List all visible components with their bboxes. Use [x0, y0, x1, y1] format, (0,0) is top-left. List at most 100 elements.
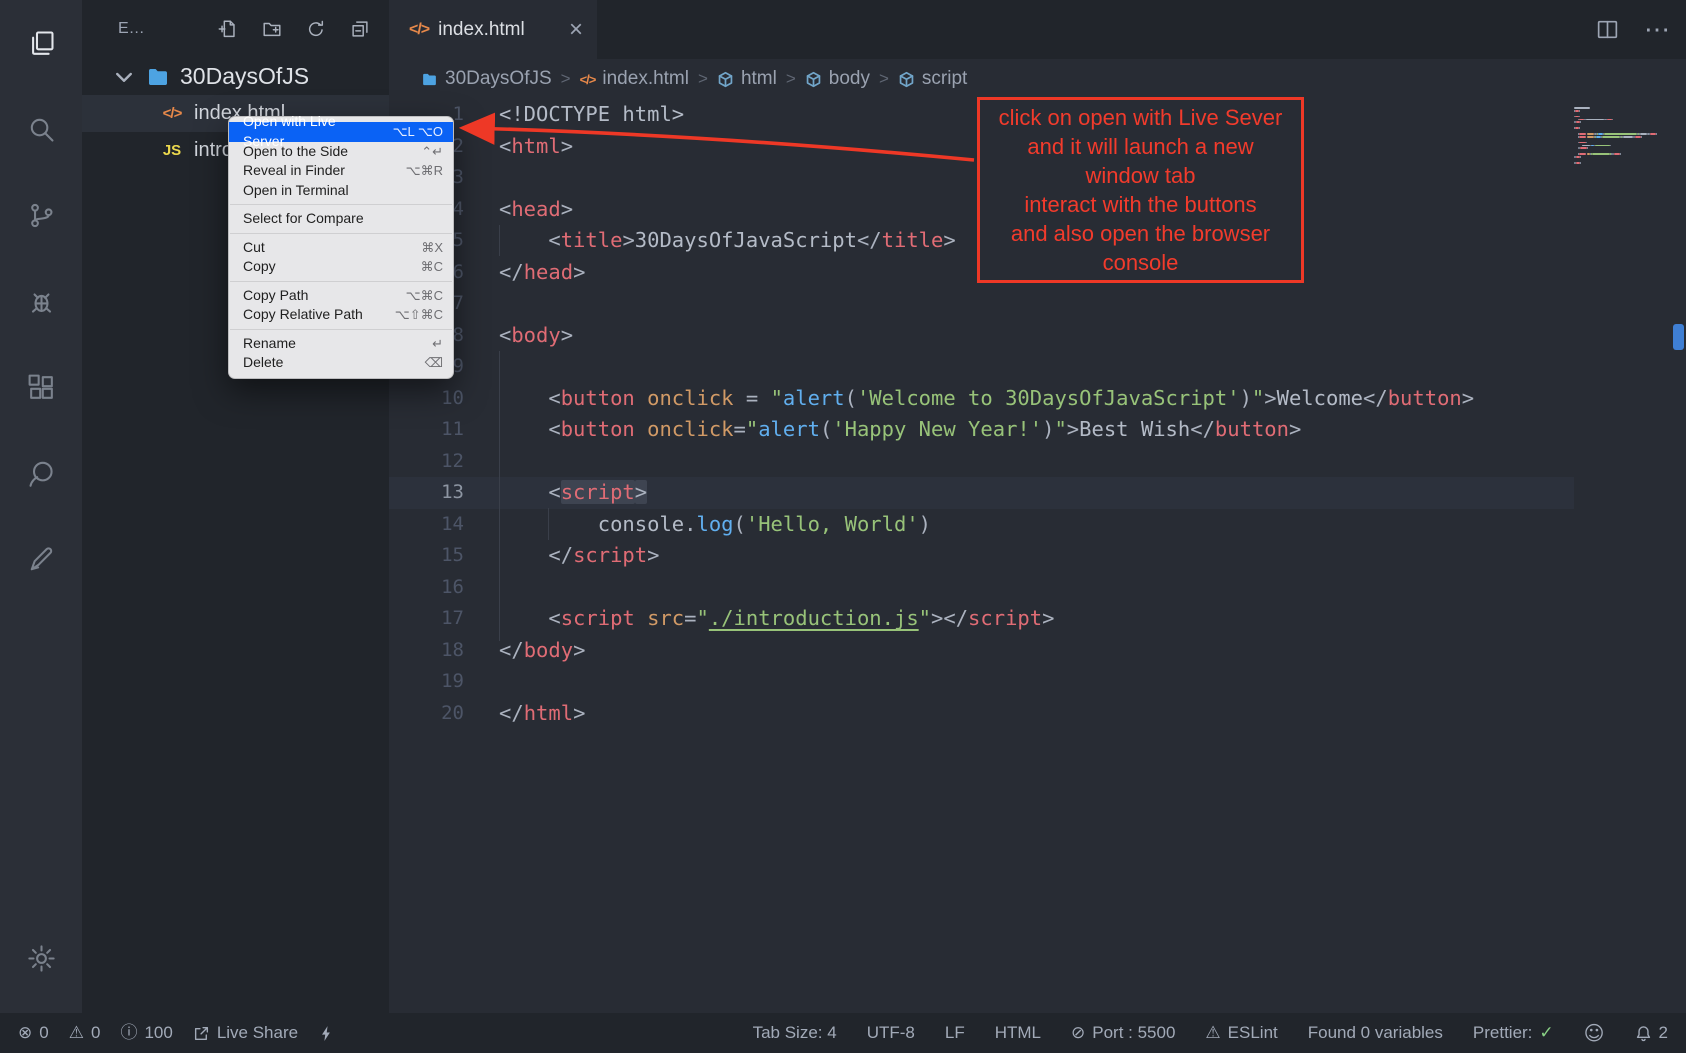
code-line[interactable]: 9: [389, 351, 1574, 383]
tab-close-icon[interactable]: ×: [569, 18, 583, 42]
menu-item-open-with-live-server[interactable]: Open with Live Server⌥L ⌥O: [229, 122, 453, 142]
activity-explorer-button[interactable]: [12, 14, 70, 72]
menu-item-copy-path[interactable]: Copy Path⌥⌘C: [229, 286, 453, 306]
code-line[interactable]: 8<body>: [389, 320, 1574, 352]
breadcrumb-label: script: [922, 68, 967, 90]
menu-item-reveal-in-finder[interactable]: Reveal in Finder⌥⌘R: [229, 161, 453, 181]
extensions-icon: [26, 372, 57, 403]
menu-item-delete[interactable]: Delete⌫: [229, 353, 453, 373]
code-line[interactable]: 11 <button onclick="alert('Happy New Yea…: [389, 414, 1574, 446]
run-debug-icon: [26, 286, 57, 317]
split-editor-icon[interactable]: [1595, 17, 1620, 42]
menu-item-copy-relative-path[interactable]: Copy Relative Path⌥⇧⌘C: [229, 305, 453, 325]
menu-separator: [230, 281, 452, 282]
code-line[interactable]: 17 <script src="./introduction.js"></scr…: [389, 603, 1574, 635]
refresh-icon: [305, 18, 327, 40]
symbol-cube-icon: [898, 71, 915, 88]
collapse-all-button[interactable]: [345, 14, 375, 44]
js-icon: JS: [158, 143, 186, 158]
indent-guide: [499, 351, 500, 641]
status-label: Prettier:: [1473, 1023, 1533, 1043]
code-line[interactable]: 14 console.log('Hello, World'): [389, 509, 1574, 541]
status-label: 0: [91, 1023, 100, 1043]
html-icon: </>: [158, 106, 186, 121]
menu-item-cut[interactable]: Cut⌘X: [229, 238, 453, 258]
activity-extensions-button[interactable]: [12, 358, 70, 416]
more-actions-icon[interactable]: ⋯: [1644, 14, 1670, 45]
code-line[interactable]: 12: [389, 446, 1574, 478]
collapse-all-icon: [349, 18, 371, 40]
status-port[interactable]: ⊘Port : 5500: [1071, 1023, 1175, 1043]
activity-settings-gear-button[interactable]: [12, 929, 70, 987]
menu-item-label: Copy Relative Path: [243, 305, 379, 325]
status-language-mode[interactable]: HTML: [995, 1023, 1041, 1043]
status-errors[interactable]: ⊗0: [18, 1023, 49, 1043]
tab-index-html[interactable]: </> index.html ×: [389, 0, 597, 59]
code-line[interactable]: 10 <button onclick = "alert('Welcome to …: [389, 383, 1574, 415]
menu-item-label: Copy: [243, 257, 405, 277]
activity-live-share-button[interactable]: [12, 444, 70, 502]
line-number: 12: [389, 446, 464, 478]
line-number: 20: [389, 698, 464, 730]
activity-run-debug-button[interactable]: [12, 272, 70, 330]
code-line[interactable]: 13 <script>: [389, 477, 1574, 509]
breadcrumb-html[interactable]: html: [717, 68, 777, 90]
menu-item-rename[interactable]: Rename↵: [229, 334, 453, 354]
status-info-count[interactable]: ⓘ100: [120, 1023, 172, 1043]
html-file-icon: </>: [409, 22, 429, 38]
menu-item-select-for-compare[interactable]: Select for Compare: [229, 209, 453, 229]
status-label: Port : 5500: [1092, 1023, 1175, 1043]
status-eol[interactable]: LF: [945, 1023, 965, 1043]
activity-search-button[interactable]: [12, 100, 70, 158]
menu-item-shortcut: ⌥⇧⌘C: [379, 305, 443, 325]
explorer-icon: [26, 28, 57, 59]
status-variables[interactable]: Found 0 variables: [1308, 1023, 1443, 1043]
breadcrumb-separator: >: [879, 69, 889, 89]
status-prettier[interactable]: Prettier:✓: [1473, 1023, 1554, 1043]
status-label: Live Share: [217, 1023, 298, 1043]
status-encoding[interactable]: UTF-8: [867, 1023, 915, 1043]
new-file-icon: [217, 18, 239, 40]
activity-pen-button[interactable]: [12, 530, 70, 588]
breadcrumb-label: body: [829, 68, 870, 90]
status-live-share[interactable]: Live Share: [193, 1023, 298, 1043]
tab-label: index.html: [438, 19, 525, 41]
refresh-button[interactable]: [301, 14, 331, 44]
code-line[interactable]: 16: [389, 572, 1574, 604]
menu-separator: [230, 204, 452, 205]
breadcrumb-body[interactable]: body: [805, 68, 870, 90]
code-line[interactable]: 7: [389, 288, 1574, 320]
menu-item-copy[interactable]: Copy⌘C: [229, 257, 453, 277]
folder-row-30daysofjs[interactable]: 30DaysOfJS: [82, 58, 389, 95]
status-feedback[interactable]: ☺: [1584, 1023, 1605, 1043]
status-notifications[interactable]: 2: [1635, 1023, 1668, 1043]
code-line[interactable]: 15 </script>: [389, 540, 1574, 572]
breadcrumb-30daysofjs[interactable]: 30DaysOfJS: [421, 68, 552, 90]
indent-guide: [548, 508, 549, 540]
status-label: ESLint: [1228, 1023, 1278, 1043]
activity-source-control-button[interactable]: [12, 186, 70, 244]
indent-guide: [499, 225, 500, 256]
status-warnings[interactable]: ⚠0: [69, 1023, 101, 1043]
breadcrumb-script[interactable]: script: [898, 68, 967, 90]
breadcrumb-index-html[interactable]: </>index.html: [580, 68, 689, 90]
minimap[interactable]: [1574, 103, 1668, 165]
context-menu: Open with Live Server⌥L ⌥OOpen to the Si…: [228, 116, 454, 379]
menu-separator: [230, 233, 452, 234]
status-bar: ⊗0 ⚠0 ⓘ100 Live Share Tab Size: 4 UTF-8 LF HTM…: [0, 1013, 1686, 1053]
settings-gear-icon: [26, 943, 57, 974]
new-file-button[interactable]: [213, 14, 243, 44]
scrollbar-marker[interactable]: [1673, 324, 1684, 350]
code-line[interactable]: 19: [389, 666, 1574, 698]
new-folder-button[interactable]: [257, 14, 287, 44]
menu-item-open-to-the-side[interactable]: Open to the Side⌃↵: [229, 142, 453, 162]
menu-item-open-in-terminal[interactable]: Open in Terminal: [229, 181, 453, 201]
status-tab-size[interactable]: Tab Size: 4: [753, 1023, 837, 1043]
line-number: 17: [389, 603, 464, 635]
vscode-window: E… 30DaysOfJS </>index.htmlJSintroductio…: [0, 0, 1686, 1053]
code-line[interactable]: 20</html>: [389, 698, 1574, 730]
code-line[interactable]: 18</body>: [389, 635, 1574, 667]
status-eslint[interactable]: ⚠ESLint: [1205, 1023, 1277, 1043]
status-zap[interactable]: [318, 1025, 335, 1042]
status-label: Tab Size: 4: [753, 1023, 837, 1043]
